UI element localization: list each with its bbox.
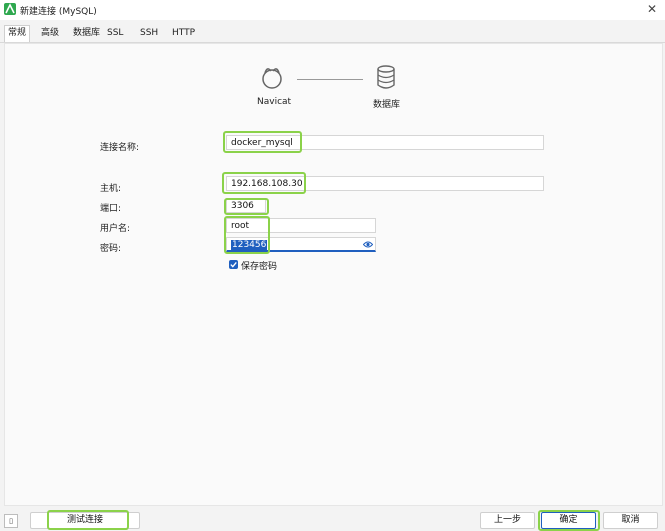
diagram-label-database: 数据库 — [373, 100, 401, 110]
connection-name-input[interactable]: docker_mysql — [226, 135, 544, 150]
tab-general[interactable]: 常规 — [4, 25, 31, 42]
username-label: 用户名: — [100, 224, 131, 234]
close-icon[interactable]: ✕ — [647, 2, 657, 16]
tab-ssh[interactable]: SSH — [137, 26, 161, 40]
previous-button[interactable]: 上一步 — [480, 512, 535, 529]
bottom-bar: ▯ 测试连接 上一步 确定 取消 — [0, 506, 665, 531]
cancel-button[interactable]: 取消 — [603, 512, 658, 529]
host-label: 主机: — [100, 184, 122, 194]
app-icon — [4, 3, 16, 15]
port-input[interactable]: 3306 — [226, 198, 266, 213]
username-input[interactable]: root — [226, 218, 376, 233]
port-label: 端口: — [100, 204, 122, 214]
host-input[interactable]: 192.168.108.30 — [226, 176, 544, 191]
database-icon — [376, 64, 396, 90]
tab-ssl[interactable]: SSL — [104, 26, 126, 40]
eye-icon[interactable] — [362, 240, 374, 249]
window-title: 新建连接 (MySQL) — [20, 7, 97, 17]
tab-http[interactable]: HTTP — [169, 26, 198, 40]
tab-bar: 常规 高级 数据库 SSL SSH HTTP — [0, 24, 665, 43]
connection-line — [297, 79, 363, 80]
tab-advanced[interactable]: 高级 — [38, 26, 62, 40]
panel-toggle-icon[interactable]: ▯ — [4, 514, 18, 528]
diagram-label-navicat: Navicat — [257, 97, 292, 107]
save-password-checkbox[interactable] — [229, 260, 238, 269]
ok-button[interactable]: 确定 — [541, 512, 596, 529]
password-input[interactable]: 123456 — [226, 237, 376, 252]
tab-databases[interactable]: 数据库 — [70, 26, 103, 40]
password-value: 123456 — [231, 240, 268, 250]
title-bar: 新建连接 (MySQL) ✕ — [0, 0, 665, 20]
navicat-icon — [258, 64, 286, 90]
general-panel — [4, 43, 663, 506]
password-label: 密码: — [100, 244, 122, 254]
test-connection-button[interactable]: 测试连接 — [30, 512, 140, 529]
connection-name-label: 连接名称: — [100, 143, 140, 153]
save-password-label: 保存密码 — [241, 262, 278, 272]
